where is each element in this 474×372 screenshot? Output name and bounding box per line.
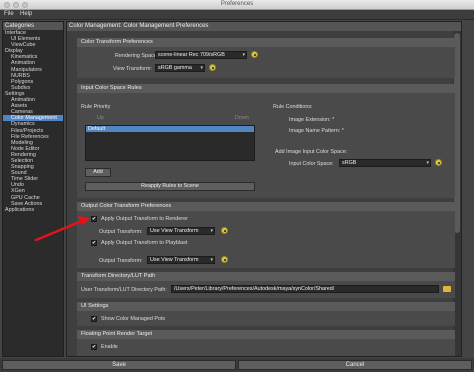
enable-fp-label: Enable bbox=[101, 344, 118, 350]
chevron-down-icon: ▾ bbox=[242, 52, 245, 58]
input-color-space-rules-section: Input Color Space Rules Rule Priority Up… bbox=[77, 84, 455, 198]
renderer-output-transform-value: Use View Transform bbox=[150, 228, 199, 234]
chevron-down-icon: ▾ bbox=[210, 228, 213, 234]
chevron-down-icon: ▾ bbox=[210, 257, 213, 263]
rule-conditions-label: Rule Conditions: bbox=[273, 104, 313, 110]
cancel-button[interactable]: Cancel bbox=[238, 360, 472, 370]
window-titlebar: Preferences bbox=[0, 0, 474, 10]
view-transform-value: sRGB gamma bbox=[158, 65, 192, 71]
renderer-output-transform-dropdown[interactable]: Use View Transform ▾ bbox=[147, 227, 215, 235]
apply-playblast-label: Apply Output Transform to Playblast bbox=[101, 240, 188, 246]
rendering-space-options-icon[interactable] bbox=[251, 51, 258, 58]
preferences-panel: Color Management: Color Management Prefe… bbox=[66, 21, 462, 357]
view-transform-label: View Transform: bbox=[113, 66, 152, 72]
output-transform-header[interactable]: Output Color Transform Preferences bbox=[77, 202, 455, 211]
enable-fp-checkbox[interactable]: ✔ bbox=[91, 344, 97, 350]
panel-title: Color Management: Color Management Prefe… bbox=[67, 22, 461, 31]
categories-list: Interface UI Elements ViewCube Display Kinem… bbox=[3, 30, 63, 213]
rendering-space-value: scene-linear Rec 709/sRGB bbox=[158, 52, 225, 58]
menu-bar: File Help bbox=[0, 10, 474, 20]
lut-path-label: User Transform/LUT Directory Path: bbox=[81, 287, 167, 293]
renderer-output-options-icon[interactable] bbox=[221, 227, 228, 234]
playblast-output-transform-dropdown[interactable]: Use View Transform ▾ bbox=[147, 256, 215, 264]
floating-point-header[interactable]: Floating Point Render Target bbox=[77, 330, 455, 339]
playblast-output-transform-value: Use View Transform bbox=[150, 257, 199, 263]
footer-bar: Save Cancel bbox=[0, 358, 474, 372]
move-down-button[interactable]: Down bbox=[235, 115, 249, 121]
color-transform-header[interactable]: Color Transform Preferences bbox=[77, 38, 455, 47]
output-transform-section: Output Color Transform Preferences ✔ App… bbox=[77, 202, 455, 256]
categories-panel: Categories Interface UI Elements ViewCube D… bbox=[2, 21, 64, 357]
rule-list[interactable]: Default bbox=[85, 125, 255, 161]
renderer-output-transform-label: Output Transform: bbox=[99, 229, 143, 235]
lut-path-input[interactable]: /Users/Peter/Library/Preferences/Autodes… bbox=[171, 285, 439, 293]
color-transform-section: Color Transform Preferences Rendering Sp… bbox=[77, 38, 455, 78]
show-pots-label: Show Color Managed Pots bbox=[101, 316, 166, 322]
playblast-output-transform-label: Output Transform: bbox=[99, 258, 143, 264]
lut-path-section: Transform Directory/LUT Path User Transf… bbox=[77, 272, 455, 298]
input-color-space-options-icon[interactable] bbox=[435, 159, 442, 166]
rendering-space-label: Rendering Space: bbox=[115, 53, 159, 59]
lut-path-header[interactable]: Transform Directory/LUT Path bbox=[77, 272, 455, 281]
image-name-pattern-label: Image Name Pattern: * bbox=[289, 128, 344, 134]
show-pots-checkbox[interactable]: ✔ bbox=[91, 316, 97, 322]
rule-list-item-default[interactable]: Default bbox=[86, 126, 254, 132]
add-rule-button[interactable]: Add bbox=[85, 168, 111, 177]
folder-icon[interactable] bbox=[443, 286, 451, 292]
chevron-down-icon: ▾ bbox=[426, 160, 429, 166]
apply-renderer-checkbox[interactable]: ✔ bbox=[91, 216, 97, 222]
add-image-input-label: Add Image Input Color Space: bbox=[275, 149, 348, 155]
input-color-space-label: Input Color Space: bbox=[289, 161, 334, 167]
image-extension-label: Image Extension: * bbox=[289, 117, 335, 123]
ui-settings-section: UI Settings ✔ Show Color Managed Pots bbox=[77, 302, 455, 326]
window-title: Preferences bbox=[220, 1, 254, 7]
input-rules-header[interactable]: Input Color Space Rules bbox=[77, 84, 455, 93]
apply-playblast-checkbox[interactable]: ✔ bbox=[91, 240, 97, 246]
rendering-space-dropdown[interactable]: scene-linear Rec 709/sRGB ▾ bbox=[155, 51, 247, 59]
rule-priority-label: Rule Priority bbox=[81, 104, 111, 110]
input-color-space-value: sRGB bbox=[342, 160, 357, 166]
view-transform-dropdown[interactable]: sRGB gamma ▾ bbox=[155, 64, 205, 72]
view-transform-options-icon[interactable] bbox=[209, 64, 216, 71]
input-color-space-dropdown[interactable]: sRGB ▾ bbox=[339, 159, 431, 167]
move-up-button[interactable]: Up bbox=[97, 115, 104, 121]
playblast-output-options-icon[interactable] bbox=[221, 256, 228, 263]
reapply-rules-button[interactable]: Reapply Rules to Scene bbox=[85, 182, 255, 191]
sidebar-item-applications[interactable]: Applications bbox=[3, 207, 63, 213]
chevron-down-icon: ▾ bbox=[200, 65, 203, 71]
floating-point-section: Floating Point Render Target ✔ Enable bbox=[77, 330, 455, 356]
apply-renderer-label: Apply Output Transform to Renderer bbox=[101, 216, 188, 222]
playblast-output-row: Output Transform: Use View Transform ▾ bbox=[77, 256, 455, 268]
save-button[interactable]: Save bbox=[2, 360, 236, 370]
categories-header: Categories bbox=[3, 22, 63, 30]
menu-help[interactable]: Help bbox=[20, 11, 32, 17]
menu-file[interactable]: File bbox=[4, 11, 14, 17]
ui-settings-header[interactable]: UI Settings bbox=[77, 302, 455, 311]
